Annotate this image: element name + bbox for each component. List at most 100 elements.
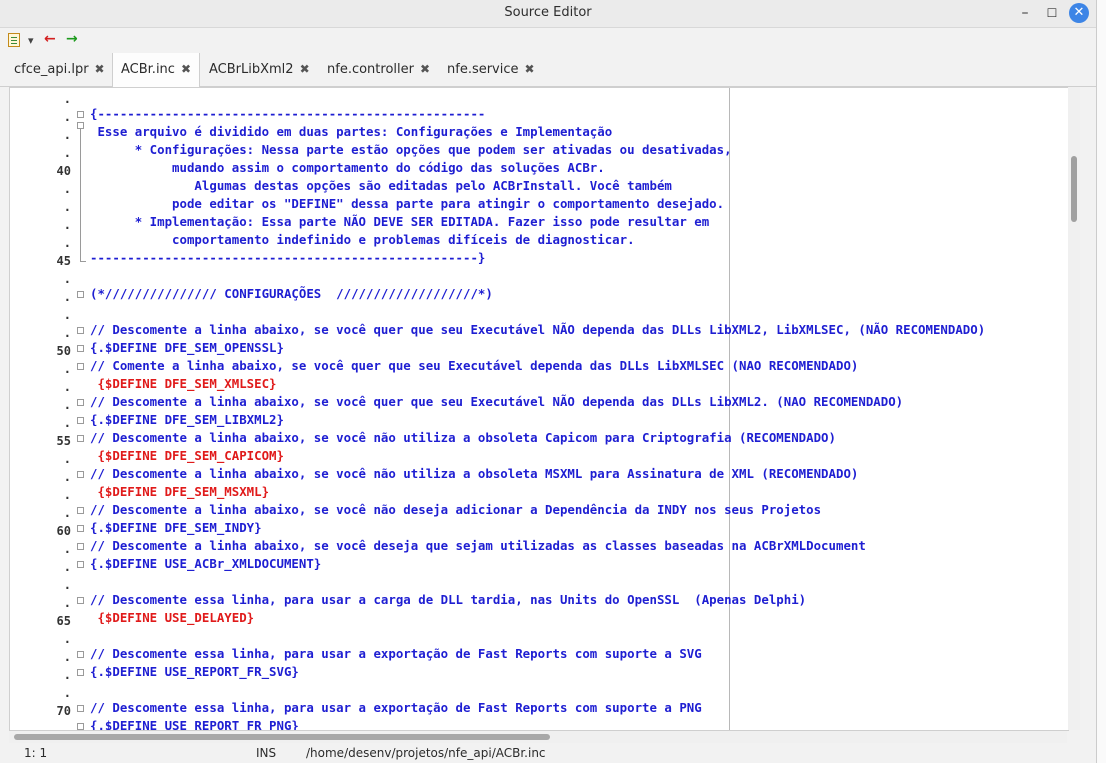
- fold-toggle-icon[interactable]: [77, 543, 84, 550]
- fold-toggle-icon[interactable]: [77, 363, 84, 370]
- tab-label: ACBr.inc: [121, 62, 175, 77]
- title-bar: Source Editor – ☐ ✕: [0, 0, 1096, 28]
- code-line: // Descomente a linha abaixo, se você nã…: [90, 466, 859, 481]
- fold-toggle-icon[interactable]: [77, 291, 84, 298]
- line-number: .: [63, 92, 71, 106]
- fold-toggle-icon[interactable]: [77, 561, 84, 568]
- fold-toggle-icon[interactable]: [77, 525, 84, 532]
- fold-toggle-icon[interactable]: [77, 597, 84, 604]
- tab-acbrlibxml2[interactable]: ACBrLibXml2 ✖: [209, 53, 310, 86]
- tab-close-icon[interactable]: ✖: [181, 62, 191, 76]
- fold-toggle-icon[interactable]: [77, 651, 84, 658]
- chevron-down-icon[interactable]: ▾: [28, 33, 34, 49]
- code-line: {.$DEFINE USE_ACBr_XMLDOCUMENT}: [90, 556, 322, 571]
- tab-close-icon[interactable]: ✖: [525, 62, 535, 76]
- fold-toggle-icon[interactable]: [77, 122, 84, 129]
- document-list-icon[interactable]: [8, 33, 20, 47]
- tab-close-icon[interactable]: ✖: [420, 62, 430, 76]
- code-line: // Descomente essa linha, para usar a ex…: [90, 700, 702, 715]
- code-line-define: {$DEFINE DFE_SEM_MSXML}: [90, 484, 270, 499]
- fold-toggle-icon[interactable]: [77, 111, 84, 118]
- fold-toggle-icon[interactable]: [77, 417, 84, 424]
- line-number: .: [63, 722, 71, 731]
- tab-nfe-service[interactable]: nfe.service ✖: [447, 53, 535, 86]
- arrow-right-icon[interactable]: →: [66, 31, 78, 47]
- code-editor[interactable]: . . . . 40 . . . . 45 . . . . 50 . . . .…: [9, 87, 1069, 731]
- line-number: 55: [56, 434, 71, 448]
- code-line: // Descomente a linha abaixo, se você qu…: [90, 394, 904, 409]
- tab-close-icon[interactable]: ✖: [95, 62, 105, 76]
- fold-toggle-icon[interactable]: [77, 345, 84, 352]
- fold-toggle-icon[interactable]: [77, 399, 84, 406]
- cursor-position: 1: 1: [24, 746, 48, 760]
- line-number: .: [63, 650, 71, 664]
- line-number: .: [63, 560, 71, 574]
- fold-toggle-icon[interactable]: [77, 327, 84, 334]
- line-number: .: [63, 578, 71, 592]
- tab-label: nfe.service: [447, 62, 519, 77]
- maximize-button[interactable]: ☐: [1041, 2, 1063, 24]
- code-line: // Comente a linha abaixo, se você quer …: [90, 358, 859, 373]
- code-line: // Descomente a linha abaixo, se você qu…: [90, 322, 986, 337]
- line-number: .: [63, 668, 71, 682]
- fold-toggle-icon[interactable]: [77, 471, 84, 478]
- horizontal-scrollbar[interactable]: [9, 731, 1067, 743]
- code-line: // Descomente essa linha, para usar a ca…: [90, 592, 807, 607]
- tab-cfce-api[interactable]: cfce_api.lpr ✖: [14, 53, 105, 86]
- line-number: .: [63, 452, 71, 466]
- editor-tabs: cfce_api.lpr ✖ ACBr.inc ✖ ACBrLibXml2 ✖ nfe…: [0, 53, 1096, 87]
- code-line: * Implementação: Essa parte NÃO DEVE SER…: [90, 214, 710, 229]
- line-number: .: [63, 416, 71, 430]
- line-number: 60: [56, 524, 71, 538]
- line-number: 65: [56, 614, 71, 628]
- tab-nfe-controller[interactable]: nfe.controller ✖: [327, 53, 430, 86]
- close-button[interactable]: ✕: [1069, 3, 1089, 23]
- tab-label: cfce_api.lpr: [14, 62, 89, 77]
- code-line: * Configurações: Nessa parte estão opçõe…: [90, 142, 732, 157]
- code-line: pode editar os "DEFINE" dessa parte para…: [90, 196, 725, 211]
- code-line: {.$DEFINE DFE_SEM_INDY}: [90, 520, 262, 535]
- fold-toggle-icon[interactable]: [77, 435, 84, 442]
- line-number: .: [63, 200, 71, 214]
- line-number: .: [63, 146, 71, 160]
- line-number-gutter: . . . . 40 . . . . 45 . . . . 50 . . . .…: [10, 88, 100, 730]
- line-number: .: [63, 596, 71, 610]
- line-number: 40: [56, 164, 71, 178]
- line-number: .: [63, 506, 71, 520]
- arrow-left-icon[interactable]: ←: [44, 31, 56, 47]
- line-number: .: [63, 128, 71, 142]
- fold-toggle-icon[interactable]: [77, 507, 84, 514]
- fold-toggle-icon[interactable]: [77, 723, 84, 730]
- toolbar: ▾ ← →: [0, 28, 1096, 52]
- code-line-define: {$DEFINE DFE_SEM_XMLSEC}: [90, 376, 277, 391]
- minimize-button[interactable]: –: [1014, 2, 1036, 24]
- line-number: .: [63, 236, 71, 250]
- horizontal-scroll-thumb[interactable]: [14, 734, 550, 740]
- code-line: mudando assim o comportamento do código …: [90, 160, 605, 175]
- code-line: // Descomente a linha abaixo, se você nã…: [90, 430, 836, 445]
- line-number: .: [63, 632, 71, 646]
- code-line: Algumas destas opções são editadas pelo …: [90, 178, 672, 193]
- code-line: // Descomente essa linha, para usar a ex…: [90, 646, 702, 661]
- line-number: .: [63, 308, 71, 322]
- line-number: .: [63, 542, 71, 556]
- code-line: Esse arquivo é dividido em duas partes: …: [90, 124, 613, 139]
- vertical-scrollbar[interactable]: [1068, 87, 1080, 730]
- line-number: .: [63, 470, 71, 484]
- fold-toggle-icon[interactable]: [77, 705, 84, 712]
- tab-close-icon[interactable]: ✖: [300, 62, 310, 76]
- code-line: // Descomente a linha abaixo, se você de…: [90, 538, 866, 553]
- fold-toggle-icon[interactable]: [77, 669, 84, 676]
- tab-acbr-inc[interactable]: ACBr.inc ✖: [112, 53, 201, 87]
- line-number: .: [63, 326, 71, 340]
- tab-label: nfe.controller: [327, 62, 414, 77]
- line-number: .: [63, 182, 71, 196]
- vertical-scroll-thumb[interactable]: [1071, 156, 1077, 222]
- line-number: .: [63, 362, 71, 376]
- code-line: comportamento indefinido e problemas dif…: [90, 232, 635, 247]
- source-editor-window: Source Editor – ☐ ✕ ▾ ← → cfce_api.lpr ✖ …: [0, 0, 1096, 763]
- line-number: 50: [56, 344, 71, 358]
- line-number: .: [63, 110, 71, 124]
- window-title: Source Editor: [504, 5, 592, 20]
- line-number: .: [63, 290, 71, 304]
